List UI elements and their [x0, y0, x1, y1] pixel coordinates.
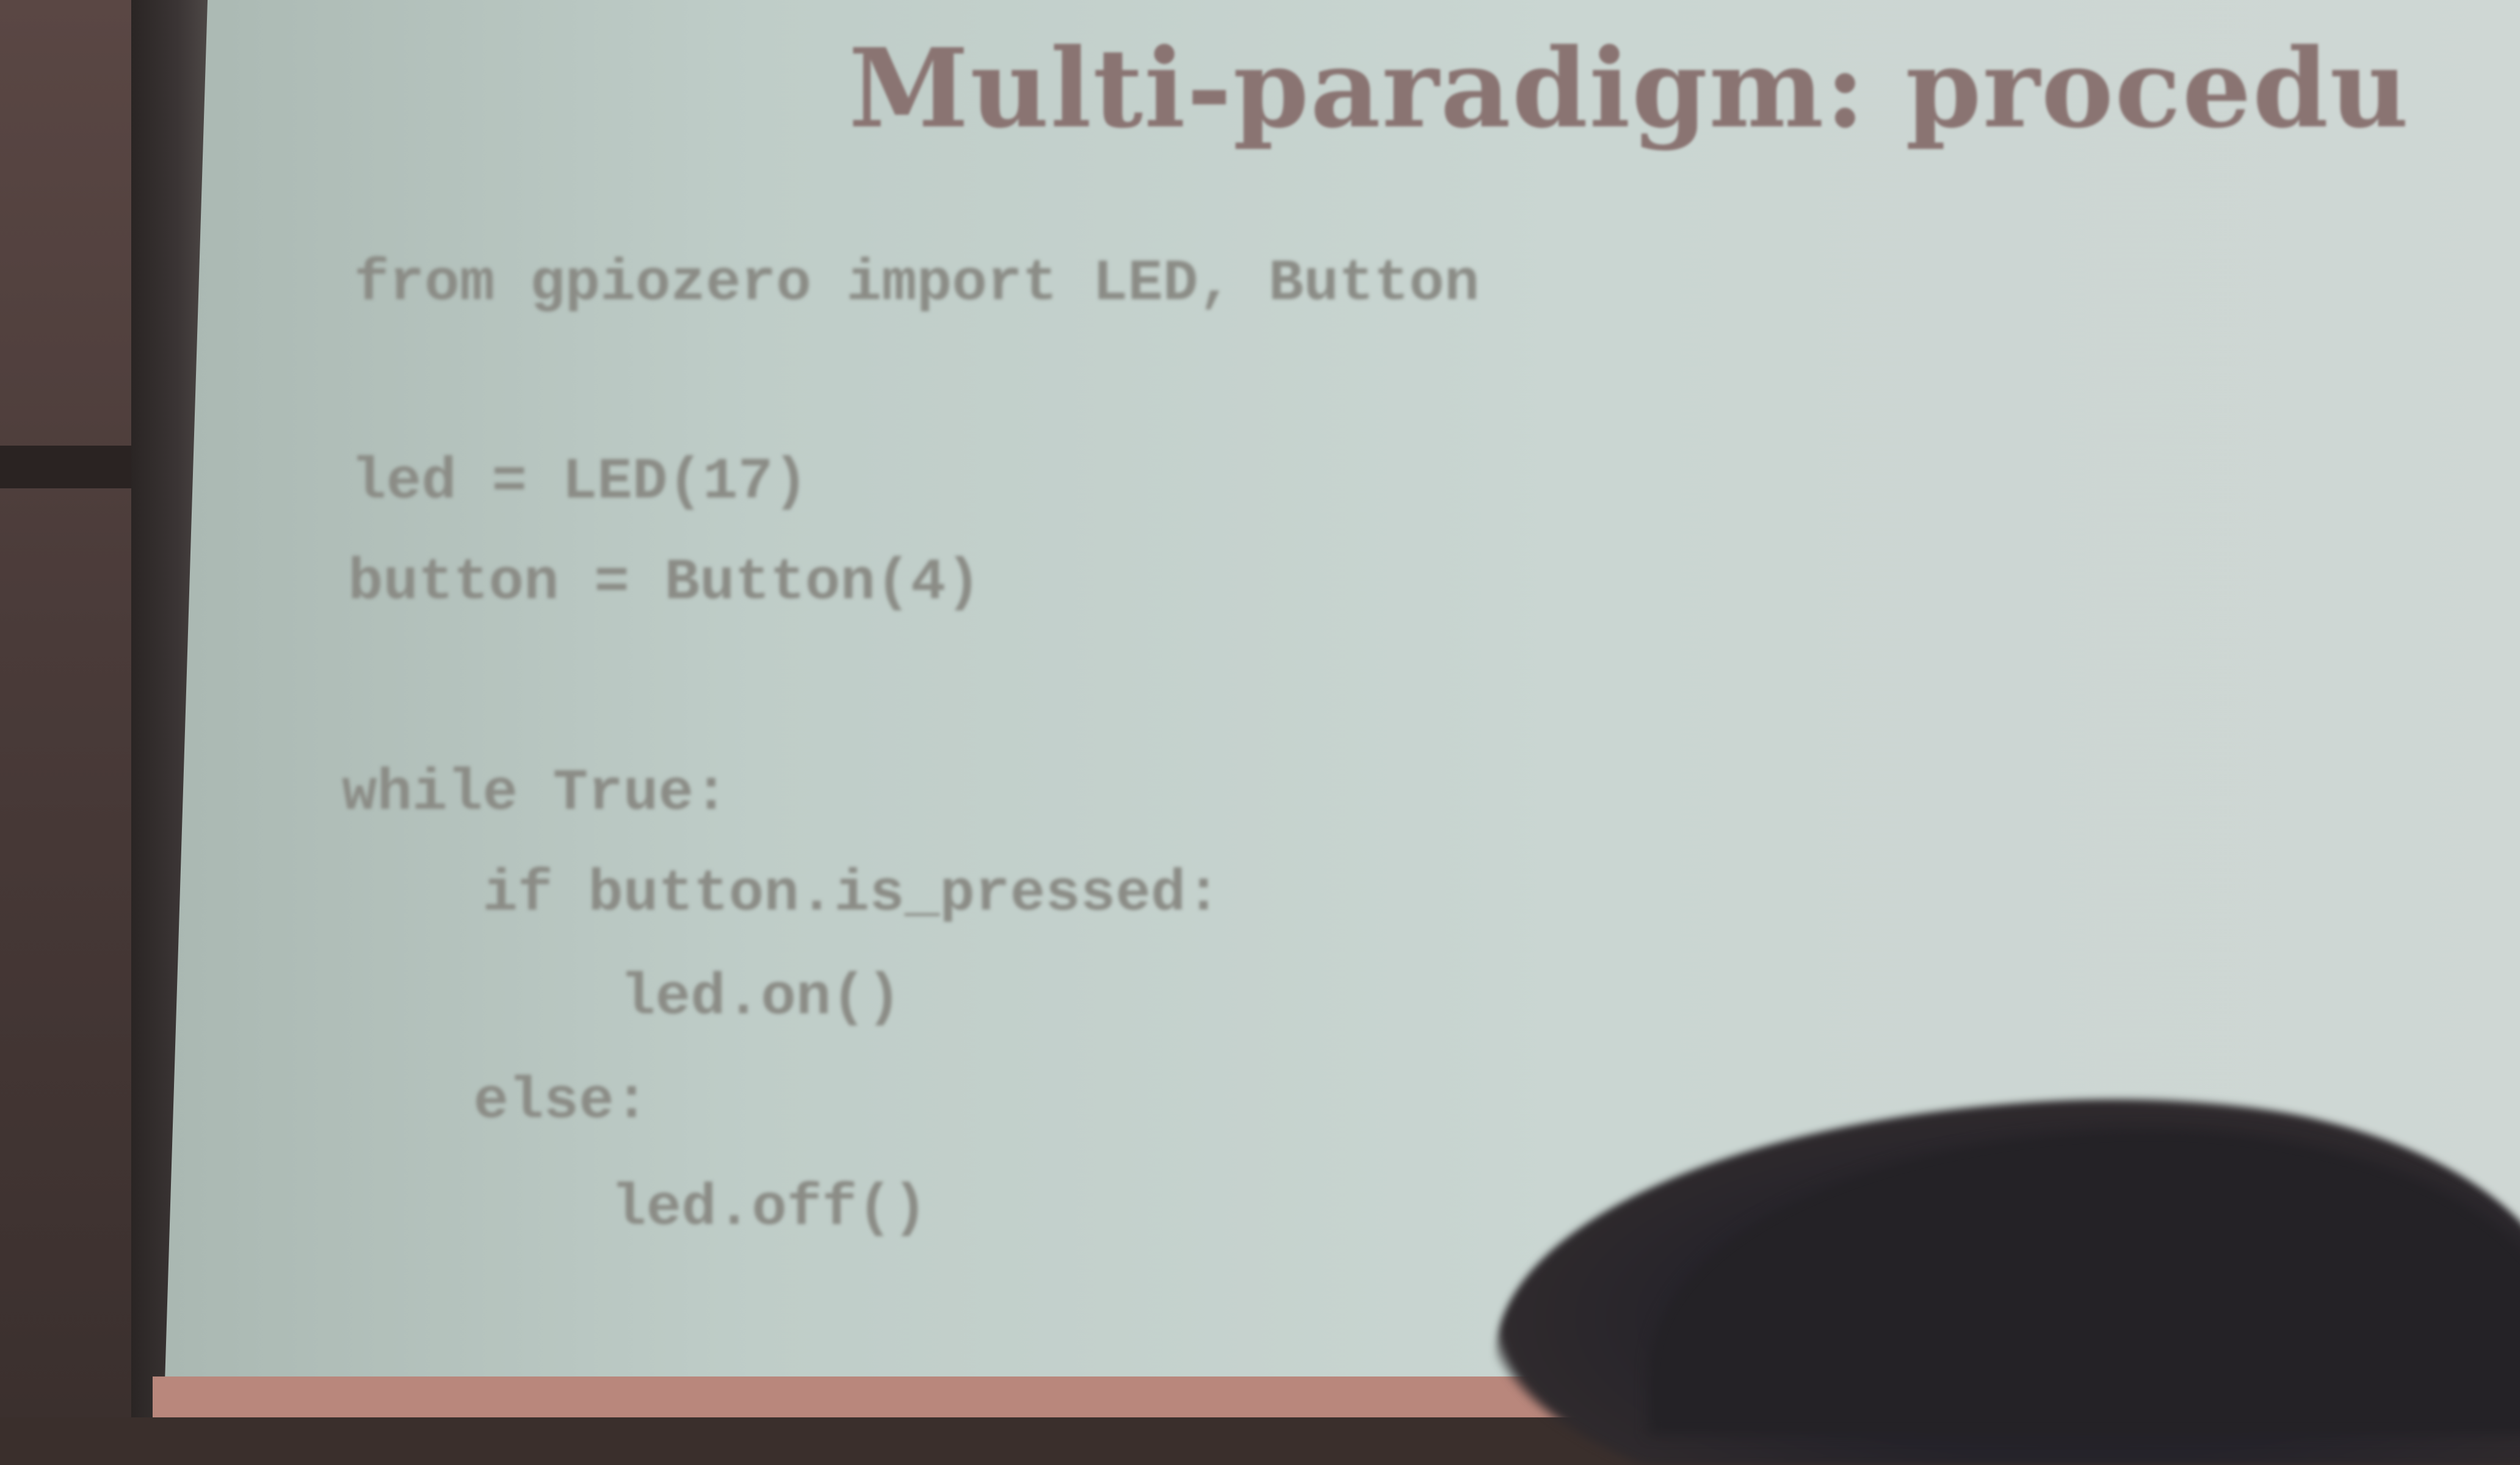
slide-title: Multi-paradigm: procedu [849, 24, 2410, 152]
wall-ledge [0, 446, 147, 488]
code-line-while: while True: [342, 760, 729, 827]
code-line-if: if button.is_pressed: [342, 861, 1222, 927]
code-line-import: from gpiozero import LED, Button [354, 250, 1480, 317]
code-line-led: led = LED(17) [351, 449, 808, 515]
code-line-led-off: led.off() [330, 1175, 928, 1242]
code-line-led-on: led.on() [339, 964, 902, 1031]
code-line-else: else: [333, 1068, 650, 1135]
code-line-button: button = Button(4) [348, 549, 981, 616]
